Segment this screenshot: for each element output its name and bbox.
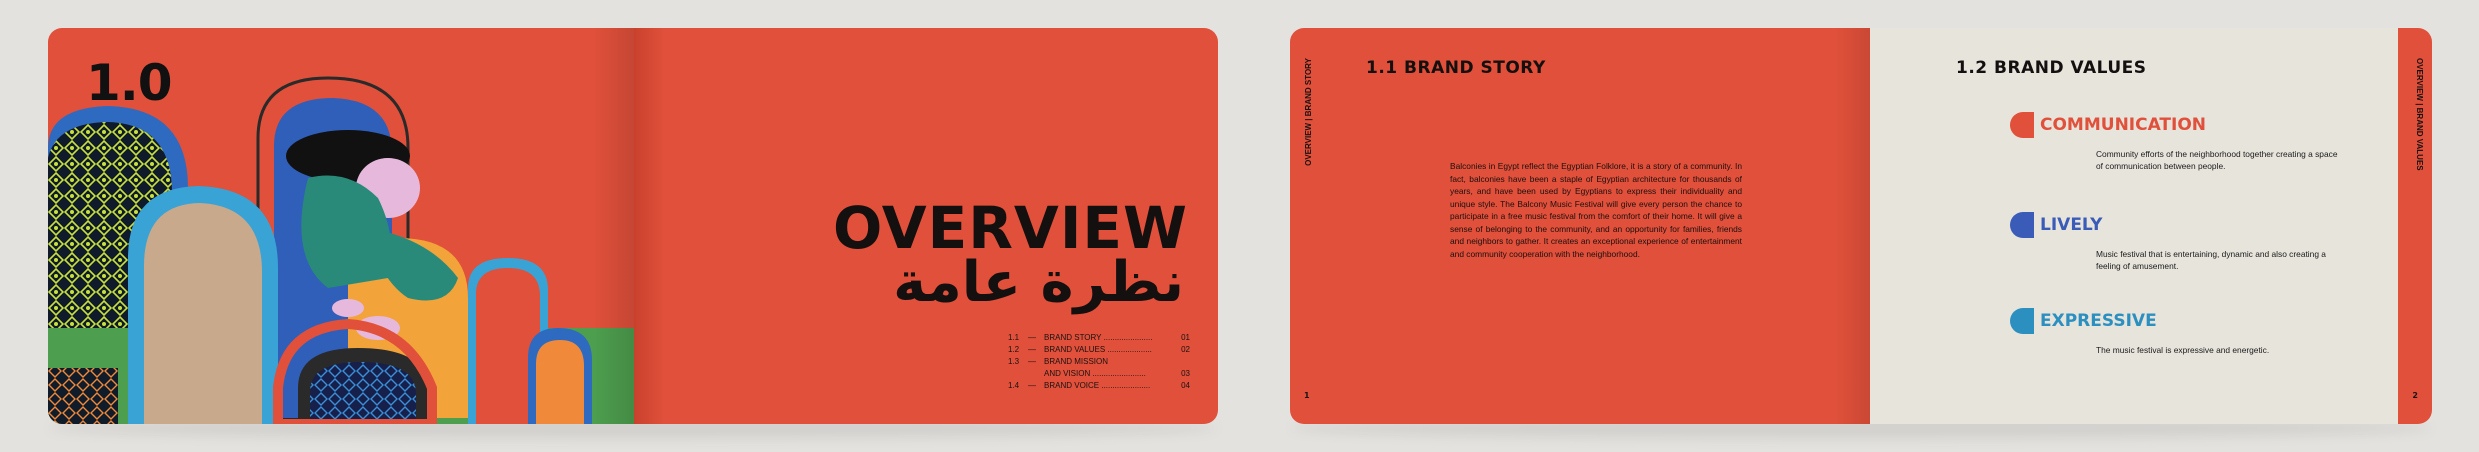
toc-dash: — (1028, 381, 1036, 390)
toc-number: 1.4 (1008, 381, 1020, 390)
toc-item: 1.2 — BRAND VALUES .................... 0… (1008, 344, 1190, 356)
brand-story-text: Balconies in Egypt reflect the Egyptian … (1450, 161, 1742, 259)
toc-number: 1.3 (1008, 357, 1020, 366)
brand-values-title: 1.2 BRAND VALUES (1956, 58, 2147, 78)
toc-label: BRAND VALUES .................... (1044, 345, 1152, 354)
brand-story-page: OVERVIEW | BRAND STORY 1.1 BRAND STORY B… (1290, 28, 1870, 424)
brand-booklet: OVERVIEW | BRAND STORY 1.1 BRAND STORY B… (1290, 28, 2432, 438)
value-tag-icon (2010, 112, 2034, 138)
value-name: LIVELY (2040, 215, 2103, 235)
page-number: 1 (1304, 391, 1310, 400)
brand-values-page: OVERVIEW | BRAND VALUES 2 1.2 BRAND VALU… (1870, 28, 2432, 424)
spine-tab: OVERVIEW | BRAND VALUES (2415, 58, 2424, 171)
gutter-shade (1836, 28, 1870, 424)
toc-item: 1.3 — BRAND MISSION (1008, 356, 1190, 368)
toc-label: BRAND STORY ...................... (1044, 333, 1153, 342)
brand-story-title: 1.1 BRAND STORY (1366, 58, 1546, 78)
toc-item: 1.1— BRAND STORY ...................... … (1008, 332, 1190, 344)
overview-page: OVERVIEW نظرة عامة 1.1— BRAND STORY ....… (634, 28, 1218, 424)
toc-item: .— AND VISION ........................ 0… (1008, 368, 1190, 380)
toc-dash: — (1028, 345, 1036, 354)
toc-page: 02 (1181, 345, 1190, 354)
toc-page: 03 (1181, 369, 1190, 378)
toc-dash: — (1028, 357, 1036, 366)
toc-page: 01 (1181, 333, 1190, 342)
value-tag-icon (2010, 308, 2034, 334)
value-description: The music festival is expressive and ene… (2096, 345, 2270, 355)
value-description: Music festival that is entertaining, dyn… (2096, 249, 2326, 271)
toc-number: 1.2 (1008, 345, 1020, 354)
value-name: EXPRESSIVE (2040, 311, 2157, 331)
table-of-contents: 1.1— BRAND STORY ...................... … (1008, 332, 1190, 392)
value-description: Community efforts of the neighborhood to… (2096, 149, 2338, 171)
value-tag-icon (2010, 212, 2034, 238)
chapter-number: 1.0 (86, 54, 173, 112)
gutter-shade (594, 28, 634, 424)
overview-booklet: 1.0 OVERVIEW نظرة عامة 1.1— BRAND STORY … (48, 28, 1218, 438)
toc-number: 1.1 (1008, 333, 1020, 342)
overview-title-arabic: نظرة عامة (893, 250, 1184, 315)
toc-label: BRAND VOICE ...................... (1044, 381, 1151, 390)
value-name: COMMUNICATION (2040, 115, 2207, 135)
illustration-page: 1.0 (48, 28, 634, 424)
toc-label: BRAND MISSION (1044, 357, 1109, 366)
spine-tab: OVERVIEW | BRAND STORY (1304, 58, 1313, 166)
page-number: 2 (2412, 391, 2418, 400)
toc-dash: — (1028, 333, 1036, 342)
toc-label: AND VISION ........................ (1044, 369, 1146, 378)
toc-item: 1.4— BRAND VOICE ...................... … (1008, 380, 1190, 392)
toc-page: 04 (1181, 381, 1190, 390)
